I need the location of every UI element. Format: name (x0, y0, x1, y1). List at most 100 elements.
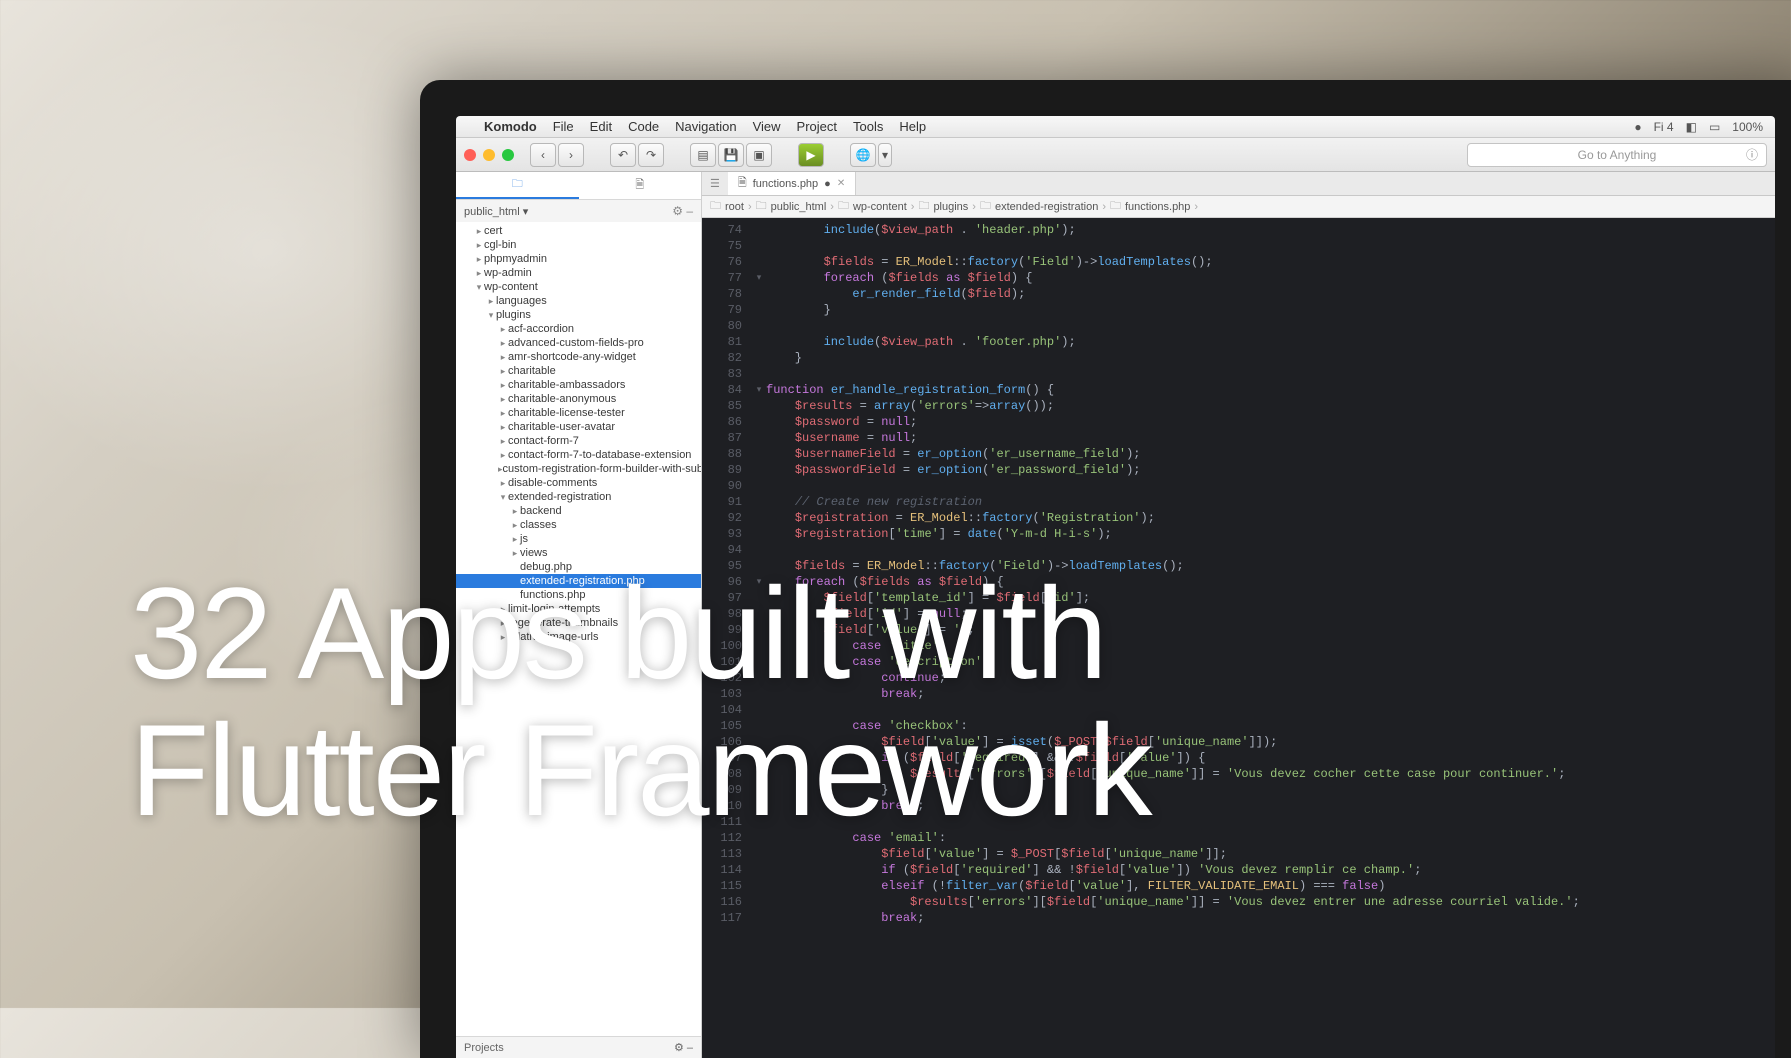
tree-item[interactable]: ▸charitable-ambassadors (456, 378, 701, 392)
display-icon[interactable]: ◧ (1686, 120, 1697, 134)
info-icon[interactable]: ⓘ (1746, 146, 1758, 163)
sidebar-tab-files[interactable]: 🗀 (456, 172, 579, 199)
tree-arrow-icon[interactable]: ▸ (498, 324, 508, 335)
tree-arrow-icon[interactable]: ▸ (498, 450, 508, 461)
undo-button[interactable]: ↶ (610, 143, 636, 167)
tree-item[interactable]: ▸charitable (456, 364, 701, 378)
tree-item[interactable]: ▸views (456, 546, 701, 560)
tree-arrow-icon[interactable]: ▸ (510, 548, 520, 559)
menu-tools[interactable]: Tools (853, 119, 883, 134)
maximize-window-button[interactable] (502, 149, 514, 161)
tree-item[interactable]: ▸contact-form-7 (456, 434, 701, 448)
code-line[interactable]: 114 if ($field['required'] && !$field['v… (702, 862, 1775, 878)
minimize-window-button[interactable] (483, 149, 495, 161)
code-line[interactable]: 79 } (702, 302, 1775, 318)
code-line[interactable]: 113 $field['value'] = $_POST[$field['uni… (702, 846, 1775, 862)
menu-help[interactable]: Help (899, 119, 926, 134)
gear-icon[interactable]: ⚙ (674, 1042, 684, 1054)
breadcrumb-segment[interactable]: 🗀 functions.php › (1110, 197, 1198, 216)
code-line[interactable]: 89 $passwordField = er_option('er_passwo… (702, 462, 1775, 478)
fold-icon[interactable]: ▾ (752, 382, 766, 398)
tree-arrow-icon[interactable]: ▸ (474, 226, 484, 237)
tree-item[interactable]: ▸wp-admin (456, 266, 701, 280)
menu-code[interactable]: Code (628, 119, 659, 134)
tree-arrow-icon[interactable]: ▸ (498, 394, 508, 405)
code-line[interactable]: 91 // Create new registration (702, 494, 1775, 510)
sidebar-footer[interactable]: Projects ⚙ – (456, 1036, 701, 1058)
menu-navigation[interactable]: Navigation (675, 119, 736, 134)
tree-arrow-icon[interactable]: ▸ (498, 380, 508, 391)
sidebar-root-header[interactable]: public_html ▾ ⚙ – (456, 200, 701, 222)
tree-item[interactable]: ▸charitable-license-tester (456, 406, 701, 420)
tree-item[interactable]: ▸disable-comments (456, 476, 701, 490)
menu-file[interactable]: File (553, 119, 574, 134)
nav-back-button[interactable]: ‹ (530, 143, 556, 167)
tree-item[interactable]: ▸charitable-anonymous (456, 392, 701, 406)
code-line[interactable]: 94 (702, 542, 1775, 558)
tree-arrow-icon[interactable]: ▾ (486, 310, 496, 321)
code-line[interactable]: 83 (702, 366, 1775, 382)
code-line[interactable]: 78 er_render_field($field); (702, 286, 1775, 302)
expand-icon[interactable]: – (687, 1042, 693, 1054)
code-line[interactable]: 82 } (702, 350, 1775, 366)
save-all-button[interactable]: ▣ (746, 143, 772, 167)
tree-item[interactable]: ▸backend (456, 504, 701, 518)
tree-item[interactable]: ▸languages (456, 294, 701, 308)
code-line[interactable]: 116 $results['errors'][$field['unique_na… (702, 894, 1775, 910)
tree-arrow-icon[interactable]: ▸ (510, 506, 520, 517)
tree-arrow-icon[interactable]: ▾ (498, 492, 508, 503)
code-line[interactable]: 117 break; (702, 910, 1775, 926)
code-line[interactable]: 87 $username = null; (702, 430, 1775, 446)
tree-arrow-icon[interactable]: ▸ (498, 366, 508, 377)
close-tab-button[interactable]: ✕ (837, 178, 845, 189)
tree-arrow-icon[interactable]: ▸ (474, 240, 484, 251)
code-line[interactable]: 90 (702, 478, 1775, 494)
tree-item[interactable]: ▸classes (456, 518, 701, 532)
close-window-button[interactable] (464, 149, 476, 161)
browser-preview-dropdown[interactable]: ▾ (878, 143, 892, 167)
breadcrumb-segment[interactable]: 🗀 public_html › (756, 197, 834, 216)
code-line[interactable]: 77▾ foreach ($fields as $field) { (702, 270, 1775, 286)
breadcrumb-segment[interactable]: 🗀 extended-registration › (980, 197, 1106, 216)
tree-item[interactable]: ▸acf-accordion (456, 322, 701, 336)
gear-icon[interactable]: ⚙ (672, 204, 683, 218)
code-line[interactable]: 74 include($view_path . 'header.php'); (702, 222, 1775, 238)
tree-arrow-icon[interactable]: ▸ (498, 422, 508, 433)
tree-item[interactable]: ▾plugins (456, 308, 701, 322)
code-line[interactable]: 92 $registration = ER_Model::factory('Re… (702, 510, 1775, 526)
breadcrumb-segment[interactable]: 🗀 wp-content › (838, 197, 914, 216)
code-line[interactable]: 76 $fields = ER_Model::factory('Field')-… (702, 254, 1775, 270)
breadcrumb-segment[interactable]: 🗀 root › (710, 197, 752, 216)
tree-arrow-icon[interactable]: ▸ (498, 436, 508, 447)
tree-item[interactable]: ▸custom-registration-form-builder-with-s… (456, 462, 701, 476)
status-icon[interactable]: ● (1634, 120, 1641, 134)
menu-project[interactable]: Project (797, 119, 837, 134)
fold-icon[interactable]: ▾ (752, 270, 766, 286)
tree-arrow-icon[interactable]: ▸ (486, 296, 496, 307)
code-line[interactable]: 80 (702, 318, 1775, 334)
code-line[interactable]: 93 $registration['time'] = date('Y-m-d H… (702, 526, 1775, 542)
code-line[interactable]: 115 elseif (!filter_var($field['value'],… (702, 878, 1775, 894)
breadcrumb-segment[interactable]: 🗀 plugins › (918, 197, 976, 216)
tree-item[interactable]: ▸js (456, 532, 701, 546)
battery-icon[interactable]: ▭ (1709, 120, 1720, 134)
run-button[interactable]: ▶ (798, 143, 824, 167)
menu-view[interactable]: View (753, 119, 781, 134)
nav-forward-button[interactable]: › (558, 143, 584, 167)
browser-preview-button[interactable]: 🌐 (850, 143, 876, 167)
menu-edit[interactable]: Edit (590, 119, 612, 134)
editor-tab-functions[interactable]: 🗎 functions.php ● ✕ (728, 172, 856, 195)
tree-item[interactable]: ▸charitable-user-avatar (456, 420, 701, 434)
code-line[interactable]: 81 include($view_path . 'footer.php'); (702, 334, 1775, 350)
tree-arrow-icon[interactable]: ▸ (498, 478, 508, 489)
code-line[interactable]: 88 $usernameField = er_option('er_userna… (702, 446, 1775, 462)
tree-arrow-icon[interactable]: ▸ (510, 534, 520, 545)
tree-arrow-icon[interactable]: ▸ (474, 268, 484, 279)
tree-arrow-icon[interactable]: ▸ (498, 338, 508, 349)
tree-item[interactable]: ▸advanced-custom-fields-pro (456, 336, 701, 350)
tree-arrow-icon[interactable]: ▸ (498, 408, 508, 419)
redo-button[interactable]: ↷ (638, 143, 664, 167)
tree-arrow-icon[interactable]: ▾ (474, 282, 484, 293)
tree-arrow-icon[interactable]: ▸ (510, 520, 520, 531)
tree-item[interactable]: ▾wp-content (456, 280, 701, 294)
